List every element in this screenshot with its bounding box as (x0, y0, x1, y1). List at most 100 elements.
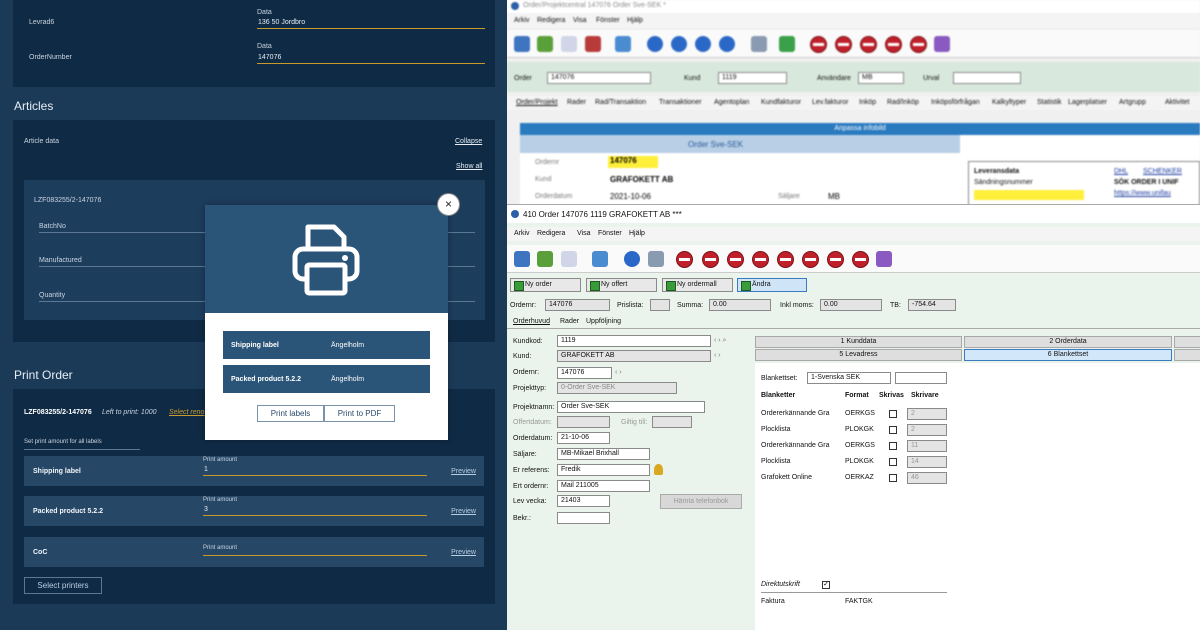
lev-vecka-combo[interactable]: 21403 (557, 495, 610, 507)
tab-rad-transaktion[interactable]: Rad/Transaktion (595, 99, 646, 106)
select-printers-button[interactable]: Select printers (24, 577, 102, 594)
tab-rader[interactable]: Rader (567, 99, 586, 106)
toolbar-icon[interactable] (561, 251, 577, 267)
blankettset-combo-2[interactable] (895, 372, 947, 384)
skrivare-combo[interactable]: 2 (907, 408, 947, 420)
skrivare-combo[interactable]: 2 (907, 424, 947, 436)
nav-arrows-icon[interactable]: ‹ › (714, 352, 721, 359)
tab-kundfakturor[interactable]: Kundfakturor (761, 99, 801, 106)
field-value-ordernumber[interactable]: 147076 (258, 54, 281, 61)
menu-visa[interactable]: Visa (573, 17, 587, 24)
toolbar-icon[interactable] (719, 36, 735, 52)
tab-orderhuvud[interactable]: Orderhuvud (513, 318, 550, 325)
tab-lagerplatser[interactable]: Lagerplatser (1068, 99, 1107, 106)
sandningsnummer-value[interactable] (974, 190, 1084, 200)
red-badge-icon[interactable] (752, 251, 769, 268)
ordernr-input[interactable]: 147076 (557, 367, 612, 379)
toolbar-icon[interactable] (514, 251, 530, 267)
close-icon[interactable]: × (437, 193, 460, 216)
tab-inkopsforfragan[interactable]: Inköpsförfrågan (931, 99, 980, 106)
toolbar-icon[interactable] (647, 36, 663, 52)
toolbar-icon[interactable] (624, 251, 640, 267)
hamta-telefonbok-button[interactable]: Hämta telefonbok (660, 494, 742, 509)
preview-link[interactable]: Preview (451, 508, 476, 515)
red-badge-icon[interactable] (910, 36, 927, 53)
ny-offert-button[interactable]: Ny offert (586, 278, 657, 292)
toolbar-icon[interactable] (592, 251, 608, 267)
projekttyp-combo[interactable]: 0-Order Sve-SEK (557, 382, 677, 394)
skrivare-combo[interactable]: 11 (907, 440, 947, 452)
andra-button[interactable]: Ändra (737, 278, 807, 292)
tab-artgrupp[interactable]: Artgrupp (1119, 99, 1146, 106)
er-referens-combo[interactable]: Fredik (557, 464, 650, 476)
tab-uppfoljning[interactable]: Uppföljning (586, 318, 621, 325)
tab-more[interactable] (1174, 349, 1200, 361)
kundkod-combo[interactable]: 1119 (557, 335, 711, 347)
menu-redigera[interactable]: Redigera (537, 17, 565, 24)
modal-item-shipping-label[interactable]: Shipping label Ängelholm (223, 331, 430, 359)
skrivas-checkbox[interactable] (889, 410, 897, 418)
red-badge-icon[interactable] (852, 251, 869, 268)
select-reno-link[interactable]: Select reno (169, 409, 204, 416)
tab-kalkyltyper[interactable]: Kalkyltyper (992, 99, 1026, 106)
menu-fonster[interactable]: Fönster (596, 17, 620, 24)
projektnamn-input[interactable]: Order Sve-SEK (557, 401, 705, 413)
menu-visa[interactable]: Visa (577, 230, 591, 237)
tab-lev-fakturor[interactable]: Lev.fakturor (812, 99, 848, 106)
urval-combo[interactable] (953, 72, 1021, 84)
contact-icon[interactable] (654, 464, 663, 475)
skrivas-checkbox[interactable] (889, 458, 897, 466)
menu-redigera[interactable]: Redigera (537, 230, 565, 237)
preview-link[interactable]: Preview (451, 549, 476, 556)
skrivas-checkbox[interactable] (889, 442, 897, 450)
red-badge-icon[interactable] (860, 36, 877, 53)
offertdatum-combo[interactable] (557, 416, 610, 428)
unifaun-link[interactable]: https://www.unifau (1114, 190, 1171, 197)
menu-fonster[interactable]: Fönster (598, 230, 622, 237)
red-badge-icon[interactable] (777, 251, 794, 268)
toolbar-icon[interactable] (537, 36, 553, 52)
toolbar-icon[interactable] (695, 36, 711, 52)
direktutskrift-checkbox[interactable]: ✓ (822, 581, 830, 589)
ert-ordernr-input[interactable]: Mail 211005 (557, 480, 650, 492)
nav-arrows-icon[interactable]: ‹ › ⌕ (714, 337, 726, 345)
tab-transaktioner[interactable]: Transaktioner (659, 99, 702, 106)
toolbar-icon[interactable] (876, 251, 892, 267)
toolbar-icon[interactable] (514, 36, 530, 52)
toolbar-icon[interactable] (671, 36, 687, 52)
toolbar-icon[interactable] (537, 251, 553, 267)
menu-hjalp[interactable]: Hjälp (627, 17, 643, 24)
saljare-combo[interactable]: MB-Mikael Brixhall (557, 448, 650, 460)
tab-blankettset[interactable]: 6 Blankettset (964, 349, 1172, 361)
toolbar-icon[interactable] (648, 251, 664, 267)
tab-rad-inkop[interactable]: Rad/Inköp (887, 99, 919, 106)
red-badge-icon[interactable] (827, 251, 844, 268)
menu-arkiv[interactable]: Arkiv (514, 17, 530, 24)
tab-kunddata[interactable]: 1 Kunddata (755, 336, 962, 348)
tab-rader[interactable]: Rader (560, 318, 579, 325)
toolbar-icon[interactable] (585, 36, 601, 52)
tab-inkop[interactable]: Inköp (859, 99, 876, 106)
red-badge-icon[interactable] (810, 36, 827, 53)
preview-link[interactable]: Preview (451, 468, 476, 475)
bekr-input[interactable] (557, 512, 610, 524)
tab-order-projekt[interactable]: Order/Projekt (516, 99, 558, 106)
menu-hjalp[interactable]: Hjälp (629, 230, 645, 237)
print-labels-button[interactable]: Print labels (257, 405, 324, 422)
skrivas-checkbox[interactable] (889, 426, 897, 434)
toolbar-icon[interactable] (751, 36, 767, 52)
anvandare-combo[interactable]: MB (858, 72, 904, 84)
red-badge-icon[interactable] (702, 251, 719, 268)
tab-orderdata[interactable]: 2 Orderdata (964, 336, 1172, 348)
show-all-link[interactable]: Show all (456, 163, 482, 170)
toolbar-icon[interactable] (934, 36, 950, 52)
red-badge-icon[interactable] (727, 251, 744, 268)
skrivare-combo[interactable]: 14 (907, 456, 947, 468)
ny-ordermall-button[interactable]: Ny ordermall (662, 278, 733, 292)
orderdatum-combo[interactable]: 21-10-06 (557, 432, 610, 444)
toolbar-icon[interactable] (561, 36, 577, 52)
toolbar-icon[interactable] (615, 36, 631, 52)
toolbar-icon[interactable] (779, 36, 795, 52)
giltig-till-combo[interactable] (652, 416, 692, 428)
modal-item-packed-product[interactable]: Packed product 5.2.2 Ängelholm (223, 365, 430, 393)
